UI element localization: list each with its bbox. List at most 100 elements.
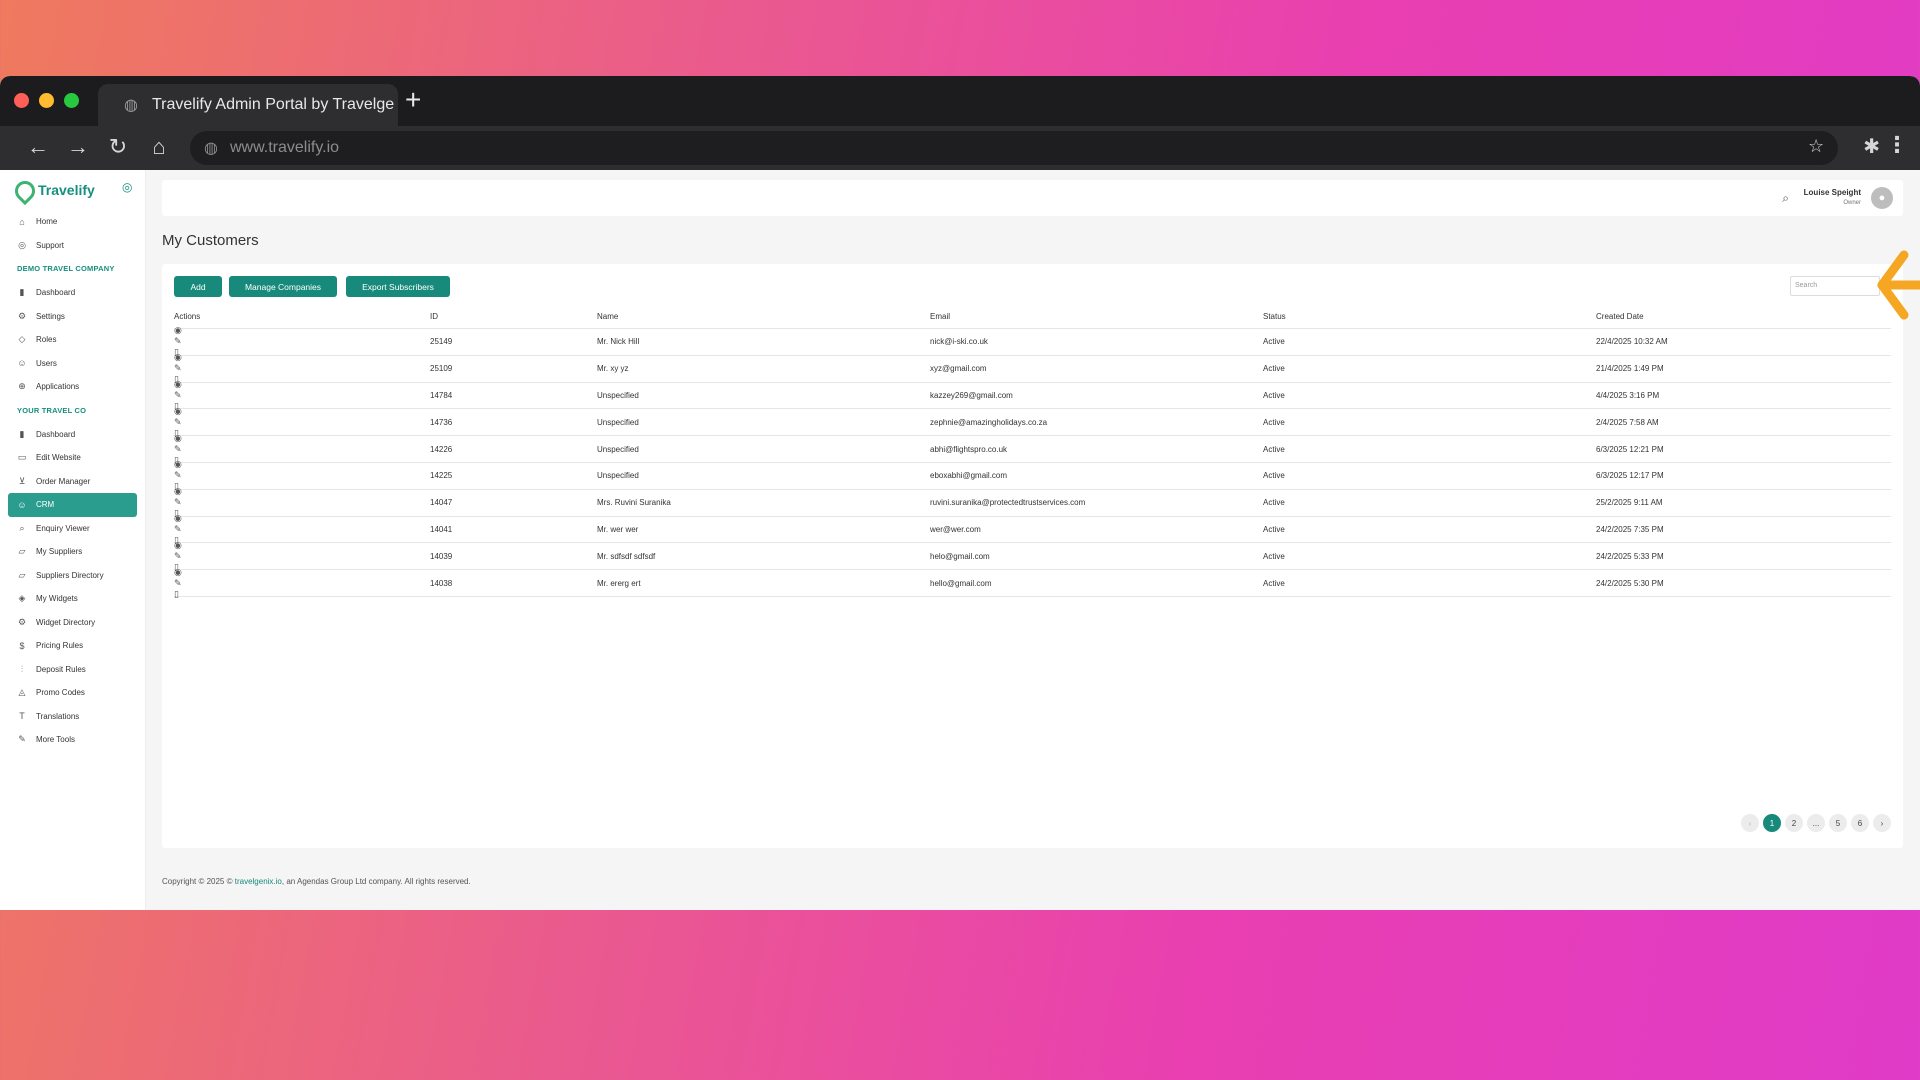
sidebar-item-pricing-rules[interactable]: $ Pricing Rules	[0, 634, 145, 658]
column-header-created-date[interactable]: Created Date	[1596, 312, 1891, 321]
bookmark-star-icon[interactable]: ☆	[1808, 136, 1824, 157]
column-header-email[interactable]: Email	[930, 312, 1263, 321]
edit-icon[interactable]: ✎	[174, 444, 430, 455]
sidebar-item-promo-codes[interactable]: ◬ Promo Codes	[0, 681, 145, 705]
address-bar[interactable]: ◍ www.travelify.io	[190, 131, 1838, 165]
view-icon[interactable]: ◉	[174, 433, 430, 444]
edit-icon[interactable]: ✎	[174, 470, 430, 481]
edit-icon[interactable]: ✎	[174, 551, 430, 562]
edit-icon[interactable]: ✎	[174, 390, 430, 401]
table-row: ◉ ✎ ▯ 14226 Unspecified abhi@flightspro.co.uk…	[174, 433, 1891, 465]
settings-cog-icon[interactable]: ◎	[122, 180, 132, 194]
reload-icon[interactable]: ↻	[104, 134, 132, 160]
site-info-icon[interactable]: ◍	[204, 138, 218, 158]
sidebar-item-users[interactable]: ☺ Users	[0, 352, 145, 376]
page-button-6[interactable]: 6	[1851, 814, 1869, 832]
sidebar-section-your-travel: ▮ Dashboard ▭ Edit Website ⊻ Order Manager ☺ CR…	[0, 423, 145, 752]
sidebar-item-label: Promo Codes	[36, 688, 85, 698]
sidebar-item-my-widgets[interactable]: ◈ My Widgets	[0, 587, 145, 611]
browser-tab[interactable]: ◍ Travelify Admin Portal by Travelge	[98, 84, 398, 126]
cell-name: Unspecified	[597, 444, 639, 454]
sidebar-item-deposit-rules[interactable]: ⫶ Deposit Rules	[0, 658, 145, 682]
sidebar-item-applications[interactable]: ⊕ Applications	[0, 375, 145, 399]
maximize-window-button[interactable]	[64, 93, 79, 108]
close-window-button[interactable]	[14, 93, 29, 108]
browser-toolbar: ← → ↻ ⌂ ◍ www.travelify.io ✱ ⋮	[0, 126, 1920, 170]
view-icon[interactable]: ◉	[174, 352, 430, 363]
support-icon: ◎	[18, 239, 26, 250]
sidebar-item-widget-directory[interactable]: ⚙ Widget Directory	[0, 611, 145, 635]
view-icon[interactable]: ◉	[174, 406, 430, 417]
edit-icon[interactable]: ✎	[174, 524, 430, 535]
back-icon[interactable]: ←	[24, 134, 52, 160]
sidebar-item-home[interactable]: ⌂ Home	[0, 210, 145, 234]
export-subscribers-button[interactable]: Export Subscribers	[346, 276, 450, 297]
sliders-icon: ⫶	[20, 663, 24, 674]
sidebar-item-suppliers-directory[interactable]: ▱ Suppliers Directory	[0, 564, 145, 588]
sidebar-item-support[interactable]: ◎ Support	[0, 234, 145, 258]
sidebar-item-label: Dashboard	[36, 429, 76, 439]
sidebar-item-my-suppliers[interactable]: ▱ My Suppliers	[0, 540, 145, 564]
view-icon[interactable]: ◉	[174, 513, 430, 524]
table-row: ◉ ✎ ▯ 25149 Mr. Nick Hill nick@i-ski.co.uk Act…	[174, 325, 1891, 357]
sidebar-item-label: Settings	[36, 311, 65, 321]
new-tab-button[interactable]: +	[405, 86, 421, 114]
page-button-1[interactable]: 1	[1763, 814, 1781, 832]
avatar[interactable]: ●	[1871, 187, 1893, 209]
edit-icon[interactable]: ✎	[174, 417, 430, 428]
column-header-status[interactable]: Status	[1263, 312, 1596, 321]
sidebar-item-dashboard[interactable]: ▮ Dashboard	[0, 423, 145, 447]
view-icon[interactable]: ◉	[174, 540, 430, 551]
cell-name: Mr. sdfsdf sdfsdf	[597, 551, 656, 561]
footer-link[interactable]: travelgenix.io	[235, 877, 282, 886]
view-icon[interactable]: ◉	[174, 459, 430, 470]
cell-status: Active	[1263, 444, 1285, 454]
sidebar-item-edit-website[interactable]: ▭ Edit Website	[0, 446, 145, 470]
add-button[interactable]: Add	[174, 276, 222, 297]
home-icon: ⌂	[19, 216, 25, 227]
cell-status: Active	[1263, 364, 1285, 374]
home-icon[interactable]: ⌂	[145, 134, 173, 160]
manage-companies-button[interactable]: Manage Companies	[229, 276, 337, 297]
edit-icon[interactable]: ✎	[174, 578, 430, 589]
cell-name: Mr. ererg ert	[597, 578, 641, 588]
sidebar-item-order-manager[interactable]: ⊻ Order Manager	[0, 470, 145, 494]
sidebar-item-label: Edit Website	[36, 453, 81, 463]
cell-status: Active	[1263, 390, 1285, 400]
cell-id: 14047	[430, 498, 453, 508]
cell-created-date: 21/4/2025 1:49 PM	[1596, 364, 1664, 374]
cell-name: Mr. Nick Hill	[597, 337, 640, 347]
search-icon[interactable]: ⌕	[1782, 191, 1789, 206]
next-page-button[interactable]: ›	[1873, 814, 1891, 832]
cell-status: Active	[1263, 417, 1285, 427]
column-header-name[interactable]: Name	[597, 312, 930, 321]
delete-icon[interactable]: ▯	[174, 589, 430, 600]
view-icon[interactable]: ◉	[174, 486, 430, 497]
page-button-5[interactable]: 5	[1829, 814, 1847, 832]
minimize-window-button[interactable]	[39, 93, 54, 108]
extensions-icon[interactable]: ✱	[1863, 134, 1880, 159]
column-header-id[interactable]: ID	[430, 312, 597, 321]
edit-icon[interactable]: ✎	[174, 363, 430, 374]
sidebar-item-dashboard[interactable]: ▮ Dashboard	[0, 281, 145, 305]
sidebar-item-enquiry-viewer[interactable]: ⌕ Enquiry Viewer	[0, 517, 145, 541]
cell-name: Mr. xy yz	[597, 364, 629, 374]
sidebar-item-more-tools[interactable]: ✎ More Tools	[0, 728, 145, 752]
sidebar-item-settings[interactable]: ⚙ Settings	[0, 305, 145, 329]
search-input[interactable]: Search	[1790, 276, 1880, 296]
dollar-icon: $	[19, 640, 25, 651]
forward-icon[interactable]: →	[64, 134, 92, 160]
page-button-2[interactable]: 2	[1785, 814, 1803, 832]
view-icon[interactable]: ◉	[174, 379, 430, 390]
prev-page-button[interactable]: ‹	[1741, 814, 1759, 832]
location-pin-logo-icon	[14, 181, 30, 199]
page-button-ellipsis[interactable]: ...	[1807, 814, 1825, 832]
menu-icon[interactable]: ⋮	[1886, 132, 1908, 158]
view-icon[interactable]: ◉	[174, 325, 430, 336]
sidebar-item-roles[interactable]: ◇ Roles	[0, 328, 145, 352]
view-icon[interactable]: ◉	[174, 567, 430, 578]
sidebar-item-translations[interactable]: T Translations	[0, 705, 145, 729]
edit-icon[interactable]: ✎	[174, 497, 430, 508]
edit-icon[interactable]: ✎	[174, 336, 430, 347]
sidebar-item-crm[interactable]: ☺ CRM	[8, 493, 137, 517]
